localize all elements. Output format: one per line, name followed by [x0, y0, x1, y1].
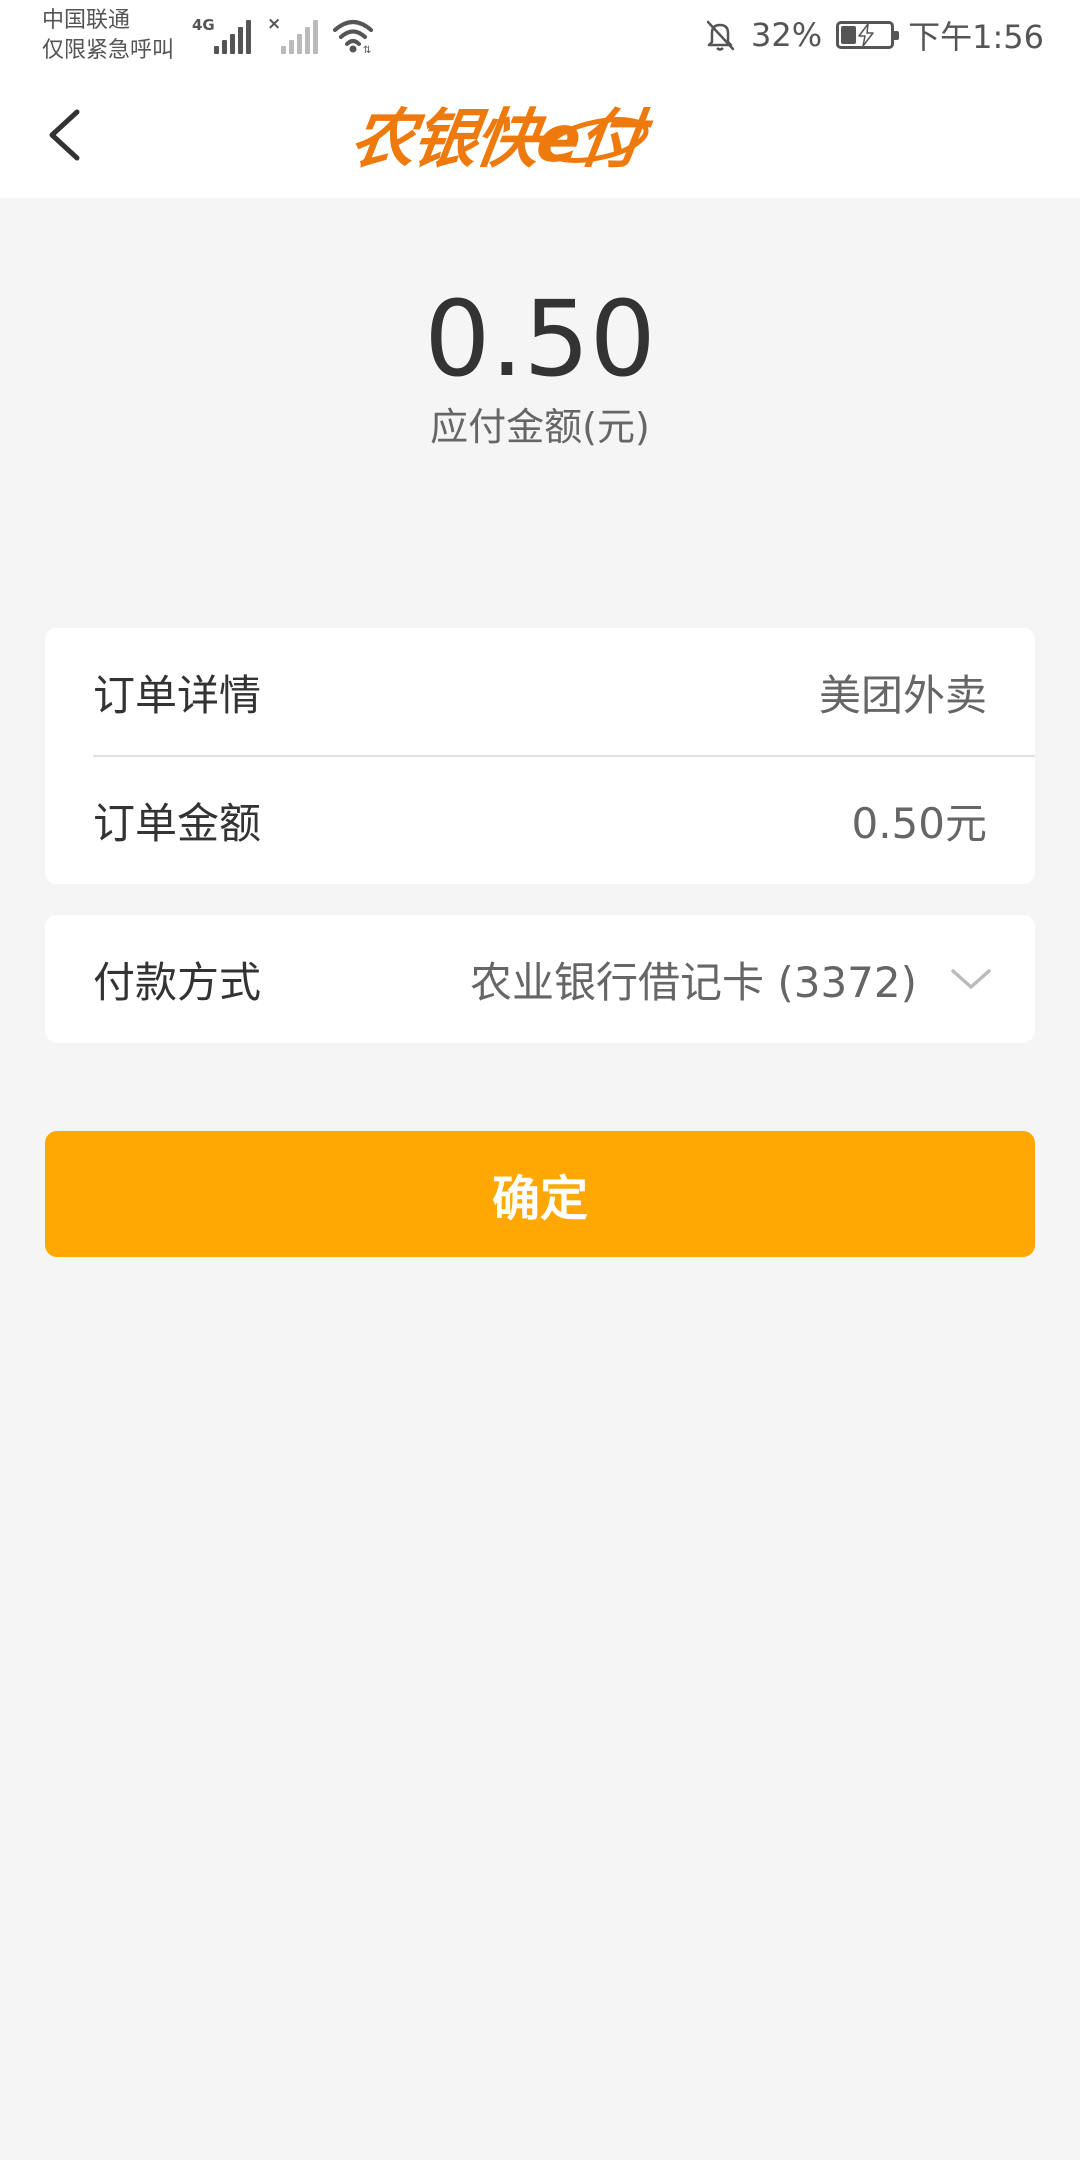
wifi-icon: ⇅: [333, 20, 373, 54]
clock: 下午1:56: [908, 18, 1044, 56]
order-amount-value: 0.50元: [851, 798, 987, 848]
carrier-info: 中国联通 仅限紧急呼叫: [42, 6, 174, 66]
signal-indicators: 4G × ⇅: [190, 14, 374, 54]
order-amount-row: 订单金额 0.50元: [45, 756, 1035, 884]
order-detail-value: 美团外卖: [818, 670, 987, 720]
payment-method-row[interactable]: 付款方式 农业银行借记卡 (3372): [45, 915, 1035, 1043]
confirm-button[interactable]: 确定: [45, 1131, 1035, 1257]
chevron-down-icon[interactable]: [947, 964, 995, 994]
battery-icon: [836, 21, 900, 49]
payment-method-label: 付款方式: [93, 957, 262, 1007]
status-bar: 中国联通 仅限紧急呼叫 4G × ⇅ 32% 下午1:56: [0, 0, 1080, 72]
back-button[interactable]: [30, 98, 100, 172]
app-logo: 农银快e付: [346, 92, 728, 177]
payment-amount-label: 应付金额(元): [430, 405, 650, 449]
svg-text:⇅: ⇅: [363, 45, 371, 54]
order-amount-label: 订单金额: [93, 798, 262, 848]
payment-method-value-group[interactable]: 农业银行借记卡 (3372): [470, 949, 995, 1010]
payment-method-selector[interactable]: 付款方式 农业银行借记卡 (3372): [45, 915, 1035, 1043]
carrier-name: 中国联通: [42, 8, 131, 33]
chevron-left-icon: [49, 109, 80, 161]
payment-method-value: 农业银行借记卡 (3372): [469, 957, 917, 1007]
battery-percent: 32%: [751, 16, 823, 54]
logo-text: 农银快e付: [345, 103, 646, 177]
order-card: 订单详情 美团外卖 订单金额 0.50元: [45, 628, 1035, 884]
network-type-label: 4G: [192, 16, 215, 34]
order-detail-row: 订单详情 美团外卖: [45, 628, 1035, 757]
status-right: 32% 下午1:56: [703, 12, 1044, 58]
order-detail-label: 订单详情: [93, 670, 262, 720]
signal-no-service-icon: ×: [265, 14, 318, 54]
app-header: 农银快e付: [0, 72, 1080, 198]
bell-off-icon: [706, 20, 735, 51]
emergency-only-text: 仅限紧急呼叫: [42, 38, 175, 63]
payment-amount: 0.50: [424, 278, 656, 400]
signal-4g-icon: 4G: [190, 16, 251, 54]
